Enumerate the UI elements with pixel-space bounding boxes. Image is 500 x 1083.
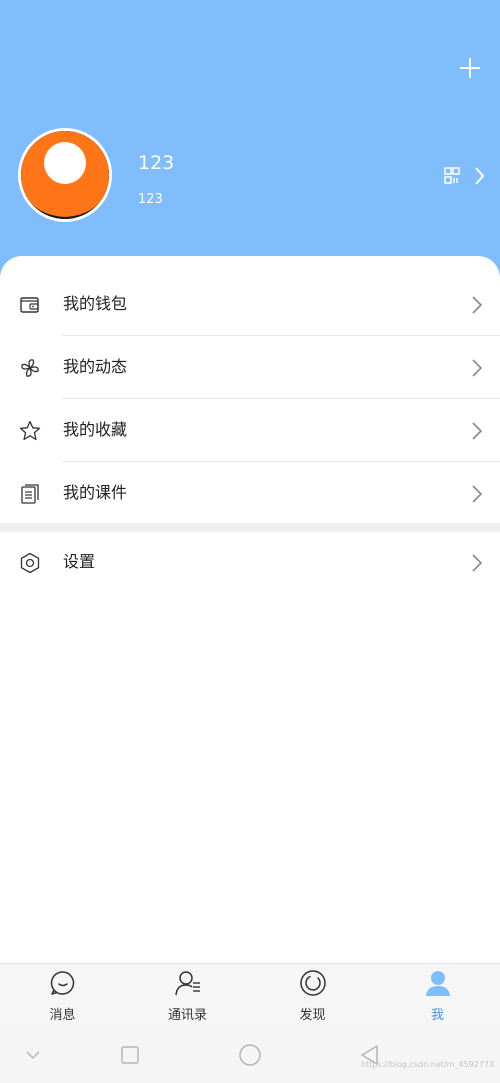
menu-item-settings[interactable]: 设置 (0, 531, 500, 594)
plus-icon[interactable] (455, 53, 485, 83)
hexagon-settings-icon (20, 552, 40, 574)
avatar-image (21, 131, 109, 219)
discover-icon (300, 970, 326, 996)
chat-bubble-icon (50, 971, 75, 995)
menu-label: 我的课件 (63, 483, 128, 502)
contacts-icon (175, 971, 200, 996)
tab-messages[interactable]: 消息 (0, 964, 125, 1027)
watermark: https://blog.csdn.net/m_4592773 (361, 1060, 494, 1069)
menu-label: 设置 (63, 552, 96, 571)
menu-item-moments[interactable]: 我的动态 (0, 336, 500, 399)
tab-label: 通讯录 (167, 1008, 207, 1023)
tab-label: 消息 (49, 1008, 76, 1023)
tab-discover[interactable]: 发现 (250, 964, 375, 1027)
pinwheel-icon (21, 359, 39, 377)
system-nav-bar (0, 1027, 500, 1083)
tab-label: 发现 (299, 1008, 326, 1023)
document-icon (21, 484, 39, 504)
user-account: 123 (138, 192, 163, 207)
menu-item-wallet[interactable]: 我的钱包 (0, 273, 500, 336)
chevron-right-icon (472, 296, 483, 314)
chevron-down-icon[interactable] (21, 1043, 45, 1067)
tab-contacts[interactable]: 通讯录 (125, 964, 250, 1027)
profile-header: 123 123 (0, 0, 500, 300)
menu-label: 我的收藏 (63, 420, 128, 439)
user-name: 123 (138, 152, 175, 174)
chevron-right-icon (472, 485, 483, 503)
chevron-right-icon (472, 359, 483, 377)
menu-label: 我的动态 (63, 357, 128, 376)
star-icon (19, 420, 41, 441)
chevron-right-icon (472, 554, 483, 572)
menu-item-courseware[interactable]: 我的课件 (0, 462, 500, 525)
bottom-tab-bar: 消息 通讯录 发现 我 (0, 963, 500, 1027)
recent-apps-icon[interactable] (118, 1043, 142, 1067)
chevron-right-icon (472, 422, 483, 440)
home-icon[interactable] (238, 1043, 262, 1067)
person-icon (426, 971, 450, 996)
tab-me[interactable]: 我 (375, 964, 500, 1027)
menu-item-favorites[interactable]: 我的收藏 (0, 399, 500, 462)
wallet-icon (20, 297, 39, 313)
avatar[interactable] (18, 128, 112, 222)
tab-label: 我 (430, 1008, 444, 1023)
menu-label: 我的钱包 (63, 294, 128, 313)
qr-code-icon[interactable] (440, 162, 490, 190)
